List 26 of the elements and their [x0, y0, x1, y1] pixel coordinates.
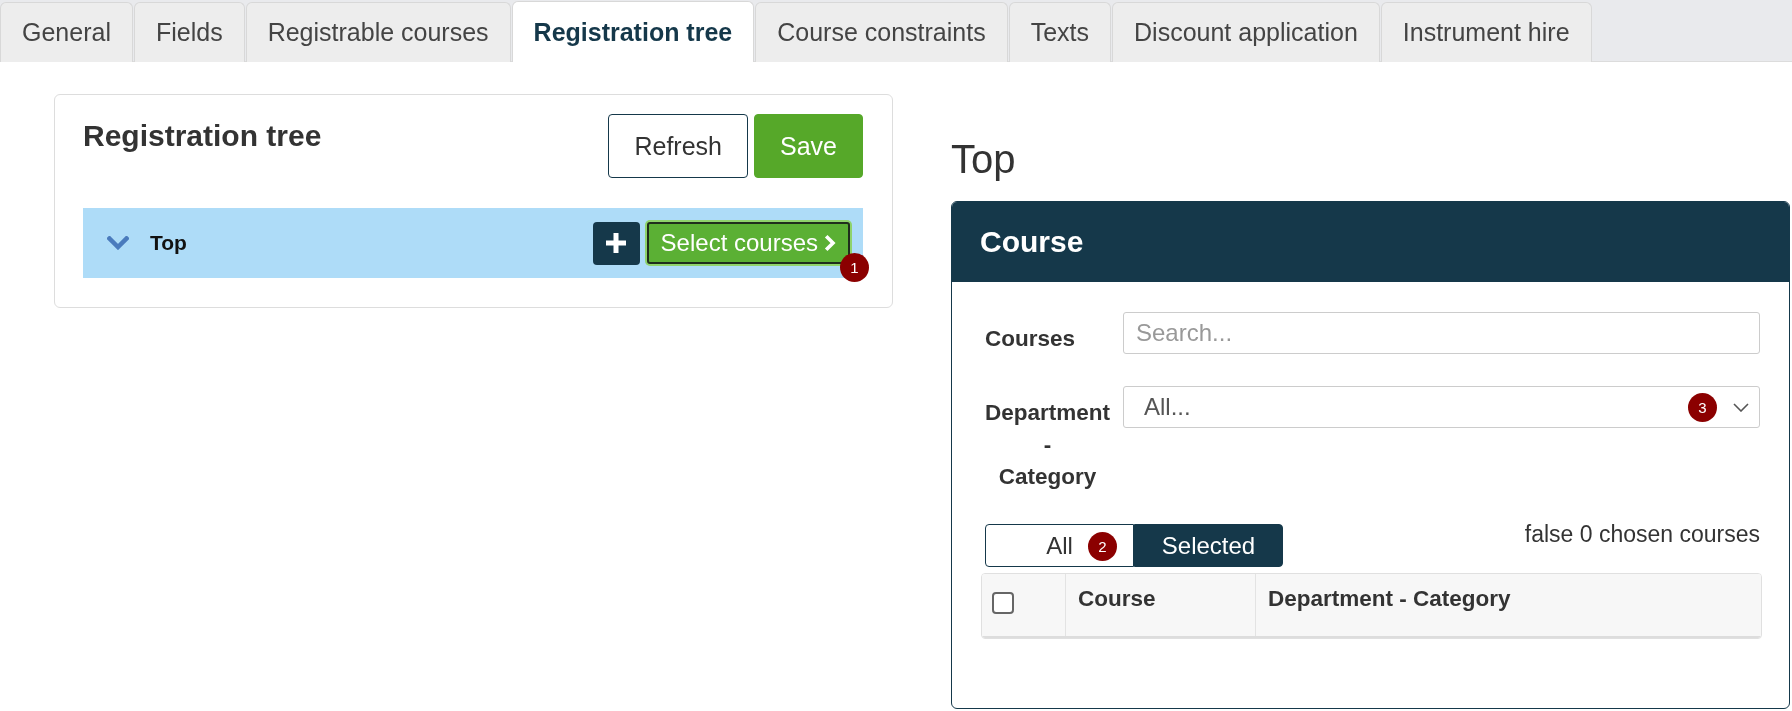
refresh-button[interactable]: Refresh	[608, 114, 748, 178]
filter-toggle[interactable]: Selected	[1134, 524, 1283, 567]
panel-header: Course	[952, 202, 1789, 282]
detail-heading: Top	[951, 136, 1016, 182]
search-field[interactable]: Search...	[1123, 312, 1760, 354]
field-label: Courses	[985, 325, 1076, 353]
chevron-down-icon	[1733, 402, 1749, 412]
tab[interactable]: Texts	[1008, 2, 1112, 62]
step-badge: 1	[840, 253, 869, 282]
plus-icon	[606, 233, 627, 253]
card-title: Registration tree	[83, 119, 322, 153]
column-header: Department - Category	[1267, 585, 1512, 613]
chevron-right-icon	[824, 234, 836, 252]
column-header: Course	[1066, 574, 1256, 636]
select-all-checkbox[interactable]	[992, 592, 1014, 614]
tab[interactable]: Instrument hire	[1380, 2, 1592, 62]
tab[interactable]: General	[0, 2, 133, 62]
chosen-count: false 0 chosen courses	[1524, 521, 1760, 548]
tab[interactable]: Registrable courses	[245, 2, 511, 62]
tab[interactable]: Discount application	[1112, 2, 1380, 62]
tree-node-label: Top	[150, 231, 188, 255]
tab[interactable]: Course constraints	[755, 2, 1008, 62]
field-label: Department - Category	[985, 399, 1111, 491]
tab[interactable]: Registration tree	[511, 1, 755, 62]
tab[interactable]: Fields	[133, 2, 245, 62]
add-button[interactable]	[592, 221, 640, 265]
